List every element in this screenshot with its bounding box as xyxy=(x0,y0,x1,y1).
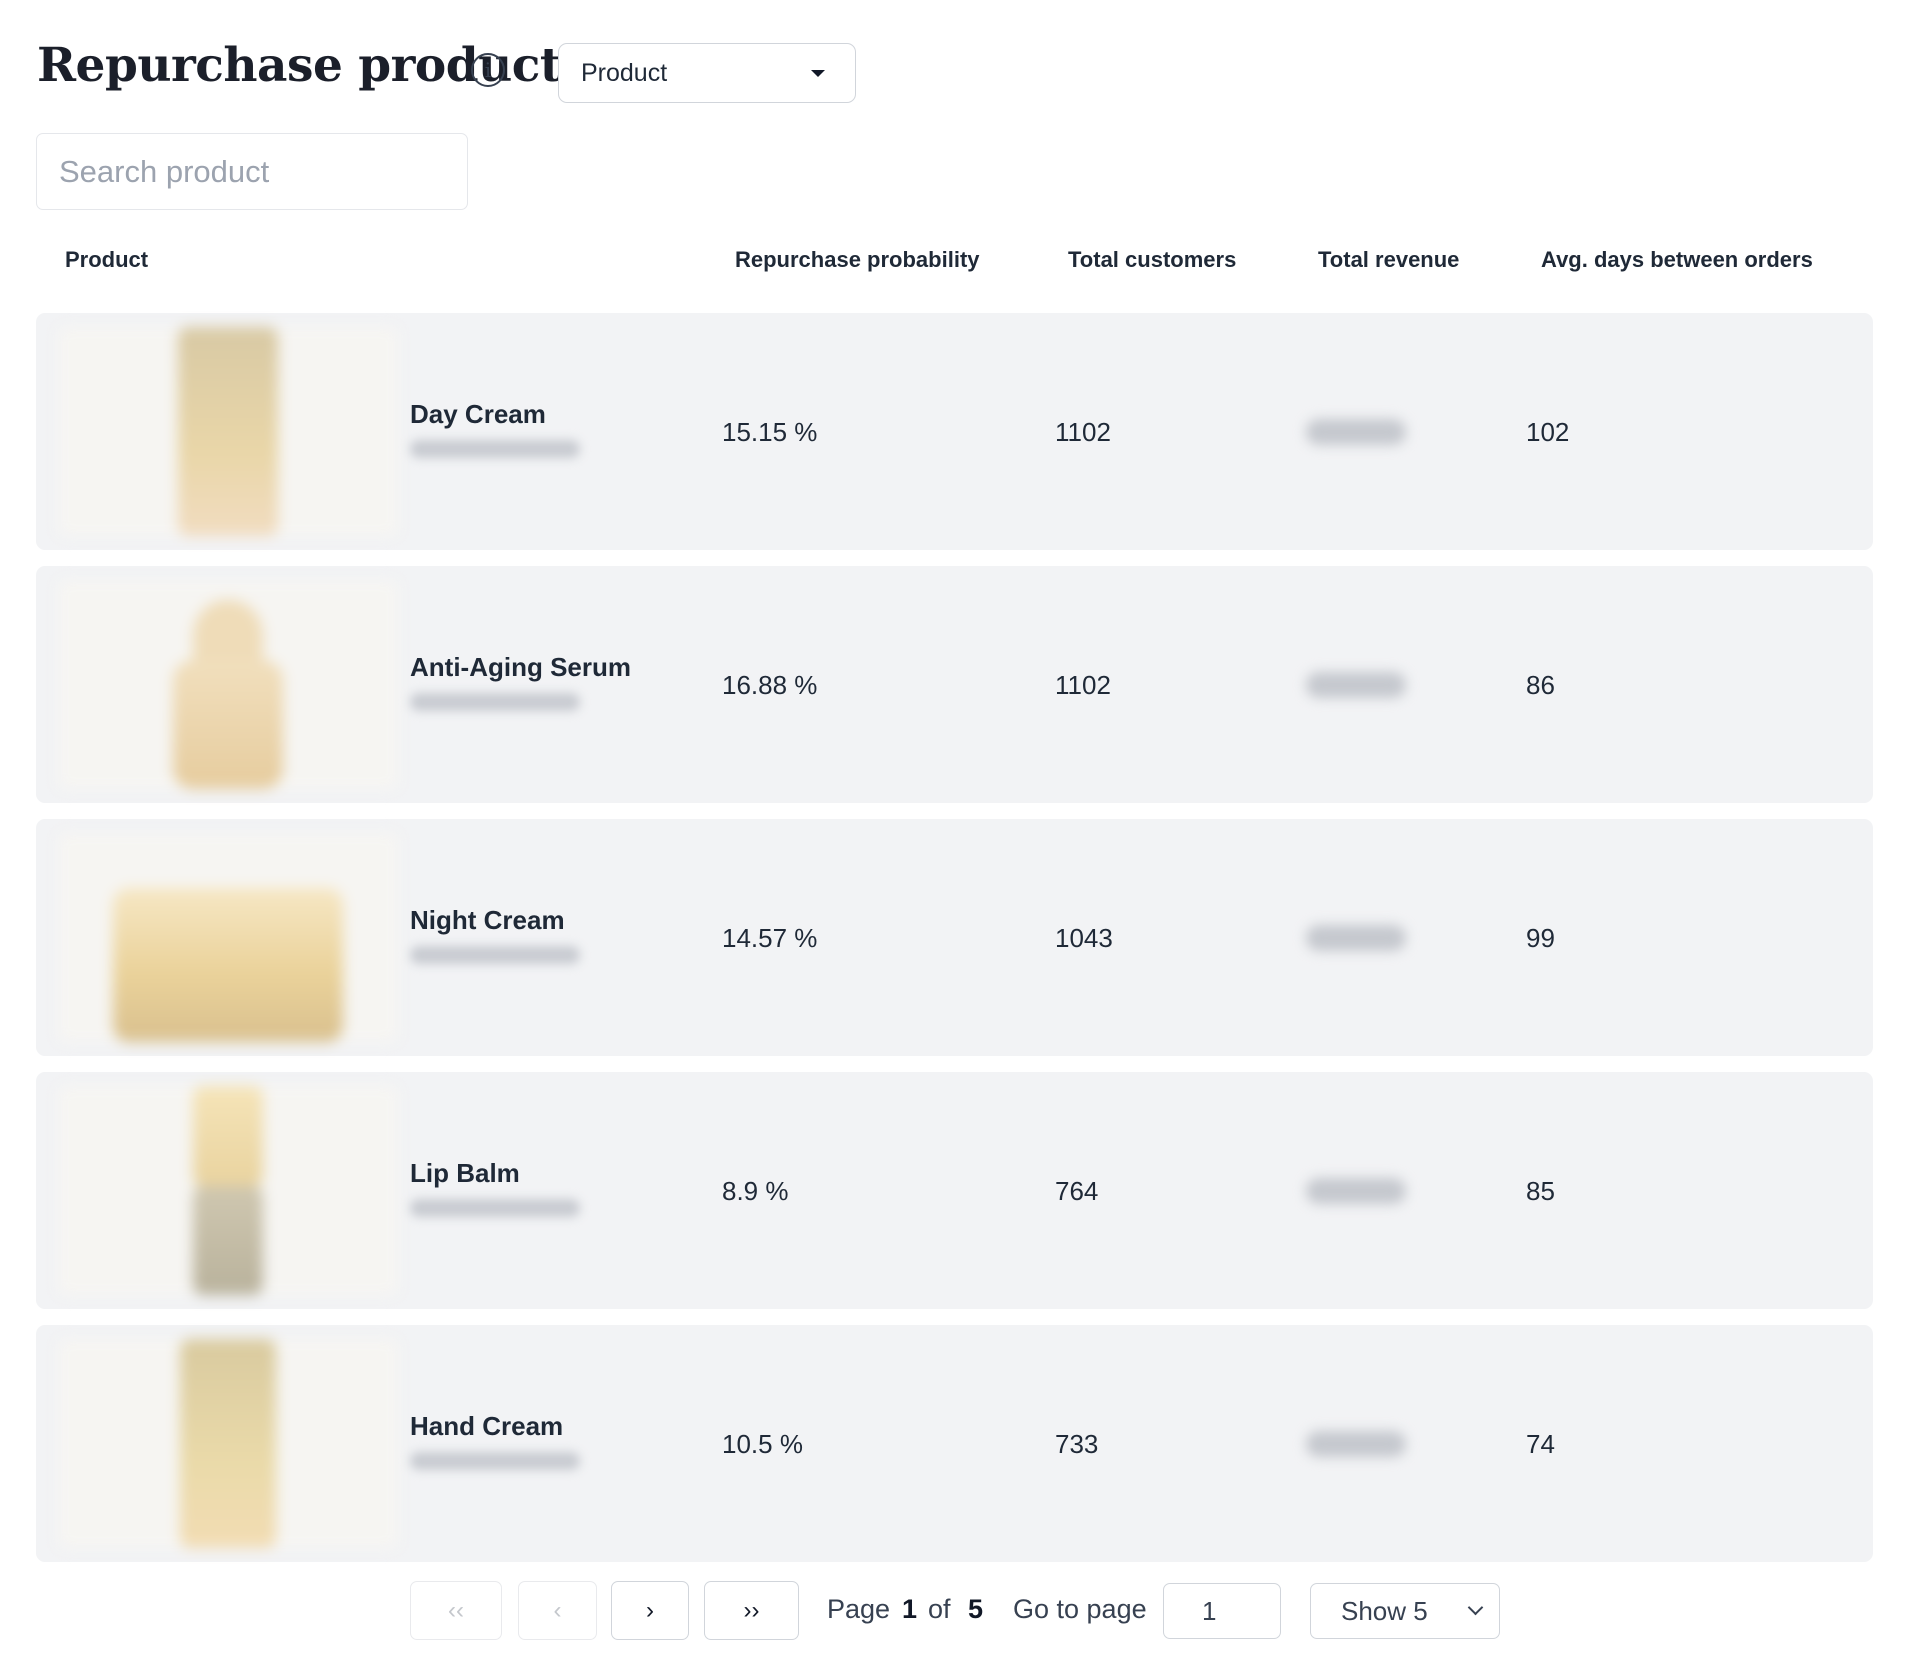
last-page-button[interactable]: ›› xyxy=(704,1581,799,1640)
go-to-page-label: Go to page xyxy=(1013,1594,1147,1624)
page-size-value: Show 5 xyxy=(1341,1595,1428,1626)
lip-balm-image xyxy=(58,1086,398,1295)
column-header-avg-days[interactable]: Avg. days between orders xyxy=(1541,247,1813,273)
table-row[interactable]: Night Cream 14.57 % 1043 99 xyxy=(36,819,1873,1056)
page-label: Page xyxy=(827,1594,891,1624)
total-revenue-redacted xyxy=(1306,925,1406,951)
column-header-total-revenue[interactable]: Total revenue xyxy=(1318,247,1459,273)
of-label: of xyxy=(928,1594,951,1624)
previous-page-button[interactable]: ‹ xyxy=(518,1581,597,1640)
table-row[interactable]: Anti-Aging Serum 16.88 % 1102 86 xyxy=(36,566,1873,803)
current-page-number: 1 xyxy=(902,1594,918,1624)
repurchase-product-panel: Repurchase product i Product Product Rep… xyxy=(0,0,1906,1664)
avg-days-between-orders: 102 xyxy=(1526,417,1570,447)
product-name[interactable]: Day Cream xyxy=(410,399,546,430)
column-header-product[interactable]: Product xyxy=(65,247,148,273)
column-header-total-customers[interactable]: Total customers xyxy=(1068,247,1236,273)
total-customers: 1102 xyxy=(1055,417,1111,447)
avg-days-between-orders: 74 xyxy=(1526,1429,1555,1459)
total-revenue-redacted xyxy=(1306,419,1406,445)
chevron-down-icon xyxy=(1467,1599,1484,1616)
avg-days-between-orders: 86 xyxy=(1526,670,1555,700)
total-customers: 1043 xyxy=(1055,923,1113,953)
total-customers: 733 xyxy=(1055,1429,1099,1459)
product-name[interactable]: Lip Balm xyxy=(410,1158,520,1189)
total-revenue-redacted xyxy=(1306,1178,1406,1204)
table-row[interactable]: Day Cream 15.15 % 1102 102 xyxy=(36,313,1873,550)
repurchase-probability: 10.5 % xyxy=(722,1429,803,1459)
product-name[interactable]: Anti-Aging Serum xyxy=(410,652,631,683)
product-subtitle-redacted xyxy=(410,946,580,964)
product-subtitle-redacted xyxy=(410,440,580,458)
repurchase-probability: 16.88 % xyxy=(722,670,818,700)
avg-days-between-orders: 85 xyxy=(1526,1176,1555,1206)
product-dropdown-value: Product xyxy=(581,58,668,87)
table-row[interactable]: Lip Balm 8.9 % 764 85 xyxy=(36,1072,1873,1309)
go-to-page-input[interactable] xyxy=(1163,1583,1281,1639)
table-row[interactable]: Hand Cream 10.5 % 733 74 xyxy=(36,1325,1873,1562)
info-icon[interactable]: i xyxy=(471,53,505,87)
product-subtitle-redacted xyxy=(410,693,580,711)
total-customers: 764 xyxy=(1055,1176,1099,1206)
cream-jar-image xyxy=(58,833,398,1042)
serum-bottle-image xyxy=(58,580,398,789)
repurchase-probability: 8.9 % xyxy=(722,1176,789,1206)
product-name[interactable]: Night Cream xyxy=(410,905,565,936)
search-input[interactable] xyxy=(36,133,468,210)
caret-down-icon xyxy=(811,70,825,77)
total-revenue-redacted xyxy=(1306,672,1406,698)
hand-cream-tube-image xyxy=(58,1339,398,1548)
total-customers: 1102 xyxy=(1055,670,1111,700)
total-pages-number: 5 xyxy=(968,1594,984,1624)
avg-days-between-orders: 99 xyxy=(1526,923,1555,953)
product-subtitle-redacted xyxy=(410,1199,580,1217)
cream-tube-image xyxy=(58,327,398,536)
product-name[interactable]: Hand Cream xyxy=(410,1411,563,1442)
product-dropdown[interactable]: Product xyxy=(558,43,856,103)
repurchase-probability: 15.15 % xyxy=(722,417,818,447)
page-size-select[interactable]: Show 5 xyxy=(1310,1583,1500,1639)
first-page-button[interactable]: ‹‹ xyxy=(410,1581,502,1640)
total-revenue-redacted xyxy=(1306,1431,1406,1457)
repurchase-probability: 14.57 % xyxy=(722,923,818,953)
product-subtitle-redacted xyxy=(410,1452,580,1470)
column-header-repurchase-probability[interactable]: Repurchase probability xyxy=(735,247,980,273)
next-page-button[interactable]: › xyxy=(611,1581,689,1640)
